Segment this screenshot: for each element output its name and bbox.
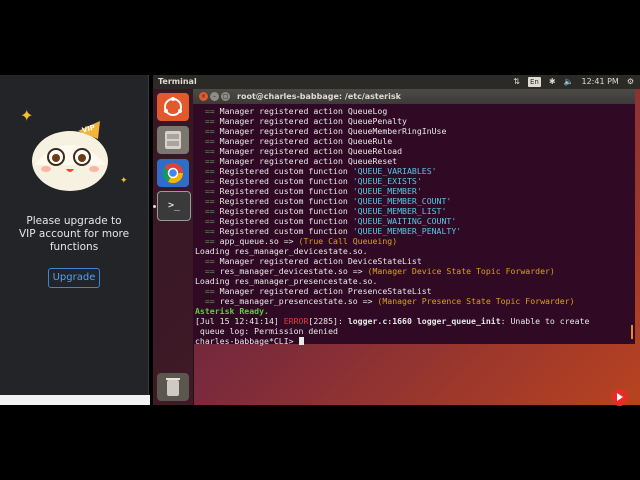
sort-icon[interactable]: ⇅ <box>513 75 520 89</box>
terminal-line: == Registered custom function 'QUEUE_WAI… <box>195 216 457 226</box>
terminal-line: == app_queue.so => (True Call Queueing) <box>195 236 398 246</box>
terminal-line: Loading res_manager_devicestate.so. <box>195 246 368 256</box>
cli-prompt-line[interactable]: charles-babbage*CLI> <box>195 336 304 346</box>
error-continuation-line: queue log: Permission denied <box>195 326 338 336</box>
terminal-line: == Registered custom function 'QUEUE_VAR… <box>195 166 437 176</box>
launcher: >_ <box>153 89 194 405</box>
trash-icon <box>166 378 180 396</box>
sparkle-icon: ✦ <box>120 176 128 186</box>
launcher-item-chromium[interactable] <box>157 159 189 187</box>
terminal-line: == Manager registered action QueuePenalt… <box>195 116 407 126</box>
ubuntu-logo-icon <box>164 97 182 116</box>
minimize-icon[interactable]: – <box>210 92 219 101</box>
terminal-line: == res_manager_devicestate.so => (Manage… <box>195 266 555 276</box>
terminal-line: == Manager registered action QueueReset <box>195 156 398 166</box>
bluetooth-icon[interactable]: ✱ <box>549 75 556 89</box>
indicator-area: ⇅ En ✱ 🔈 12:41 PM ⚙ <box>513 75 634 89</box>
keyboard-layout-indicator[interactable]: En <box>527 77 541 87</box>
clock[interactable]: 12:41 PM <box>582 75 619 89</box>
panel-footer-strip <box>0 395 150 405</box>
launcher-item-dash[interactable] <box>157 93 189 121</box>
maximize-icon[interactable]: □ <box>221 92 230 101</box>
volume-icon[interactable]: 🔈 <box>564 75 574 89</box>
play-button-icon[interactable] <box>611 389 628 406</box>
error-line: [Jul 15 12:41:14] ERROR[2285]: logger.c:… <box>195 316 590 326</box>
chrome-icon <box>162 163 184 184</box>
mascot-icon <box>32 121 108 191</box>
launcher-item-files[interactable] <box>157 126 189 154</box>
terminal-icon: >_ <box>167 200 181 211</box>
terminal-line: == Manager registered action PresenceSta… <box>195 286 432 296</box>
terminal-line: == Registered custom function 'QUEUE_MEM… <box>195 186 422 196</box>
terminal-line: == Registered custom function 'QUEUE_MEM… <box>195 206 447 216</box>
terminal-scrollbar[interactable] <box>631 325 633 339</box>
top-panel: Terminal ⇅ En ✱ 🔈 12:41 PM ⚙ <box>153 75 640 89</box>
terminal-line: == Manager registered action DeviceState… <box>195 256 422 266</box>
terminal-titlebar[interactable]: × – □ root@charles-babbage: /etc/asteris… <box>193 89 635 104</box>
terminal-window-title: root@charles-babbage: /etc/asterisk <box>237 92 401 101</box>
terminal-line: Loading res_manager_presencestate.so. <box>195 276 378 286</box>
upgrade-message-line: functions <box>49 241 99 253</box>
asterisk-ready-line: Asterisk Ready. <box>195 306 269 316</box>
cli-prompt: charles-babbage*CLI> <box>195 336 299 346</box>
terminal-window[interactable]: × – □ root@charles-babbage: /etc/asteris… <box>193 89 635 346</box>
terminal-line: == Manager registered action QueueLog <box>195 106 388 116</box>
gear-icon[interactable]: ⚙ <box>627 75 634 89</box>
active-app-title: Terminal <box>158 77 197 86</box>
terminal-line: == Registered custom function 'QUEUE_MEM… <box>195 226 462 236</box>
terminal-line: == Manager registered action QueueRule <box>195 136 393 146</box>
upgrade-message-line: Please upgrade to <box>26 215 122 227</box>
text-cursor <box>298 337 304 345</box>
launcher-item-trash[interactable] <box>157 373 189 401</box>
upgrade-button[interactable]: Upgrade <box>48 268 100 288</box>
close-icon[interactable]: × <box>199 92 208 101</box>
vip-promo-panel: ✦ ✦ VIP Please upgrade to VIP account fo… <box>0 75 149 395</box>
terminal-line: == res_manager_presencestate.so => (Mana… <box>195 296 575 306</box>
upgrade-message-line: VIP account for more <box>18 228 130 240</box>
terminal-line: == Manager registered action QueueReload <box>195 146 403 156</box>
running-indicator <box>153 205 156 208</box>
terminal-output[interactable]: == Manager registered action QueueLog ==… <box>193 104 635 346</box>
terminal-line: == Registered custom function 'QUEUE_EXI… <box>195 176 422 186</box>
launcher-item-terminal[interactable]: >_ <box>157 191 191 221</box>
upgrade-message: Please upgrade to VIP account for more f… <box>0 215 148 254</box>
file-cabinet-icon <box>165 131 181 149</box>
terminal-line: == Registered custom function 'QUEUE_MEM… <box>195 196 452 206</box>
terminal-line: == Manager registered action QueueMember… <box>195 126 447 136</box>
